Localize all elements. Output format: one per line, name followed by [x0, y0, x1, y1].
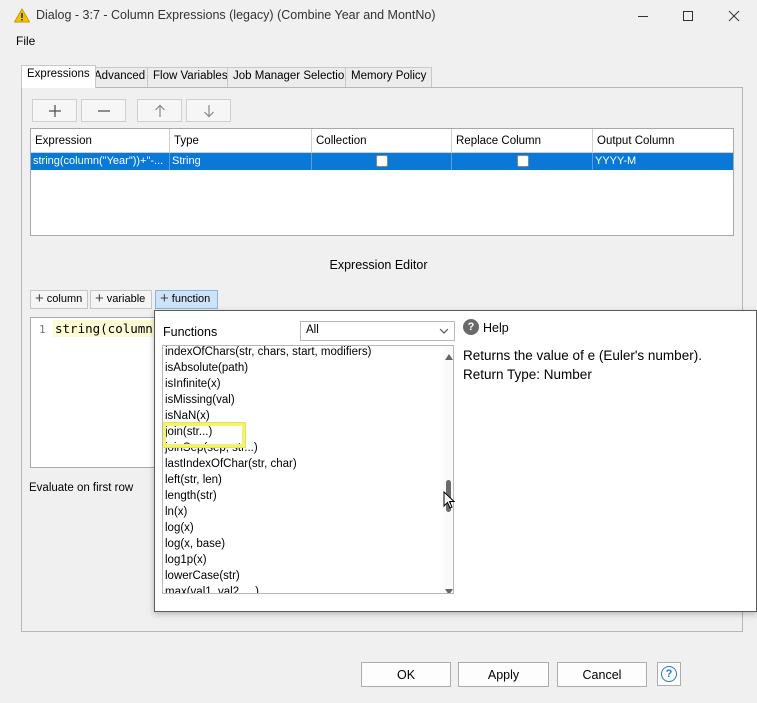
function-list[interactable]: indexOfChars(str, chars, start, modifier… — [162, 345, 454, 594]
insert-variable-button[interactable]: + variable — [90, 290, 152, 309]
add-expression-button[interactable] — [32, 99, 77, 122]
function-category-value: All — [306, 324, 319, 336]
minus-icon — [97, 109, 110, 112]
function-item[interactable]: lowerCase(str) — [165, 570, 240, 586]
evaluate-first-row-label[interactable]: Evaluate on first row — [29, 482, 133, 494]
function-category-select[interactable]: All — [300, 321, 455, 341]
maximize-icon[interactable] — [665, 0, 711, 31]
col-header-expression[interactable]: Expression — [31, 129, 170, 153]
cell-output-column[interactable]: YYYY-M — [593, 153, 733, 170]
plus-icon — [48, 104, 61, 117]
minimize-icon[interactable] — [620, 0, 666, 31]
function-item[interactable]: indexOfChars(str, chars, start, modifier… — [165, 346, 371, 362]
tab-expressions[interactable]: Expressions — [21, 65, 96, 88]
help-text: Returns the value of e (Euler's number). — [463, 348, 702, 363]
arrow-down-icon — [203, 104, 214, 117]
col-header-output-column[interactable]: Output Column — [593, 129, 733, 153]
function-item[interactable]: ln(x) — [165, 506, 187, 522]
title-bar: Dialog - 3:7 - Column Expressions (legac… — [0, 0, 757, 31]
close-icon[interactable] — [711, 0, 757, 31]
tab-job-manager-selection[interactable]: Job Manager Selection — [227, 67, 357, 87]
tab-advanced[interactable]: Advanced — [88, 67, 152, 87]
scroll-down-icon[interactable] — [445, 584, 453, 593]
function-item[interactable]: log1p(x) — [165, 554, 207, 570]
move-down-button[interactable] — [186, 99, 231, 122]
function-item[interactable]: max(val1, val2, ...) — [165, 586, 259, 593]
expression-code-editor[interactable]: 1 string(column( — [30, 317, 165, 468]
menu-file[interactable]: File — [16, 34, 35, 48]
function-item[interactable]: isInfinite(x) — [165, 378, 221, 394]
insert-function-label: function — [171, 293, 211, 305]
tab-flow-variables[interactable]: Flow Variables — [147, 67, 234, 87]
menu-bar: File — [0, 31, 757, 51]
window-title: Dialog - 3:7 - Column Expressions (legac… — [36, 8, 436, 22]
col-header-replace-column[interactable]: Replace Column — [452, 129, 593, 153]
help-description: Returns the value of e (Euler's number).… — [463, 346, 753, 384]
help-label: Help — [483, 321, 509, 335]
function-item[interactable]: isAbsolute(path) — [165, 362, 248, 378]
help-circle-icon: ? — [463, 319, 479, 335]
collection-checkbox[interactable] — [376, 155, 388, 167]
knime-warning-icon — [13, 7, 31, 26]
scroll-up-icon[interactable] — [445, 349, 453, 363]
function-list-scrollbar[interactable] — [443, 346, 453, 593]
insert-variable-label: variable — [106, 293, 146, 305]
function-item[interactable]: left(str, len) — [165, 474, 222, 490]
arrow-up-icon — [154, 104, 165, 117]
plus-icon: + — [95, 290, 104, 307]
cell-expression[interactable]: string(column("Year"))+"-... — [31, 153, 170, 170]
cancel-button[interactable]: Cancel — [557, 662, 647, 687]
ok-button[interactable]: OK — [361, 662, 451, 687]
insert-column-label: column — [46, 293, 83, 305]
replace-column-checkbox[interactable] — [517, 155, 529, 167]
plus-icon: + — [35, 290, 44, 307]
mouse-cursor-icon — [443, 490, 456, 512]
insert-function-button[interactable]: + function — [155, 290, 218, 309]
help-button[interactable]: ? — [657, 662, 681, 686]
tab-memory-policy[interactable]: Memory Policy — [345, 67, 433, 87]
highlight-annotation — [163, 423, 245, 447]
apply-button[interactable]: Apply — [458, 662, 549, 687]
function-item[interactable]: length(str) — [165, 490, 217, 506]
cell-type[interactable]: String — [170, 153, 312, 170]
expression-editor-title: Expression Editor — [329, 258, 428, 272]
remove-expression-button[interactable] — [81, 99, 126, 122]
dialog-window: Dialog - 3:7 - Column Expressions (legac… — [0, 0, 757, 703]
code-line[interactable]: string(column( — [53, 320, 163, 337]
col-header-collection[interactable]: Collection — [312, 129, 452, 153]
function-item[interactable]: log(x) — [165, 522, 194, 538]
col-header-type[interactable]: Type — [170, 129, 312, 153]
chevron-down-icon — [439, 326, 449, 339]
function-item[interactable]: lastIndexOfChar(str, char) — [165, 458, 297, 474]
return-type: Return Type: Number — [463, 367, 592, 382]
function-popup: Functions All indexOfChars(str, chars, s… — [154, 310, 757, 612]
insert-column-button[interactable]: + column — [30, 290, 88, 309]
function-item[interactable]: log(x, base) — [165, 538, 225, 554]
functions-label: Functions — [163, 325, 218, 339]
expressions-table: Expression Type Collection Replace Colum… — [30, 128, 734, 236]
plus-icon: + — [160, 290, 169, 307]
line-number: 1 — [39, 323, 46, 336]
move-up-button[interactable] — [137, 99, 182, 122]
function-item[interactable]: isMissing(val) — [165, 394, 235, 410]
help-question-icon: ? — [661, 666, 677, 682]
